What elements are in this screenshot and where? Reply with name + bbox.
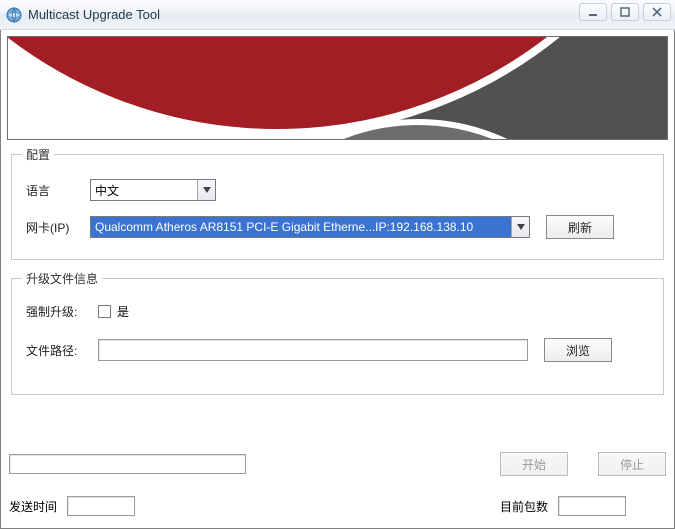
language-label: 语言 [26,182,90,199]
force-upgrade-checkbox-text: 是 [117,303,129,320]
file-path-input[interactable] [98,339,528,361]
packet-count-label: 目前包数 [500,498,548,515]
banner [7,36,668,140]
upgrade-legend: 升级文件信息 [22,270,102,287]
refresh-button[interactable]: 刷新 [546,215,614,239]
force-upgrade-label: 强制升级: [26,303,98,320]
window-title: Multicast Upgrade Tool [28,7,160,22]
send-time-label: 发送时间 [9,498,57,515]
config-groupbox: 配置 语言 中文 网卡(IP) Qualcomm Atheros AR8151 … [11,154,664,260]
app-frame: 配置 语言 中文 网卡(IP) Qualcomm Atheros AR8151 … [0,30,675,529]
app-icon [6,7,22,23]
close-button[interactable] [643,3,671,21]
browse-button[interactable]: 浏览 [544,338,612,362]
language-select[interactable]: 中文 [90,179,216,201]
upgrade-groupbox: 升级文件信息 强制升级: 是 文件路径: 浏览 [11,278,664,395]
file-path-label: 文件路径: [26,342,98,359]
stop-button[interactable]: 停止 [598,452,666,476]
config-legend: 配置 [22,146,54,163]
titlebar: Multicast Upgrade Tool [0,0,675,30]
nic-select-value: Qualcomm Atheros AR8151 PCI-E Gigabit Et… [91,217,511,237]
chevron-down-icon [197,180,215,200]
nic-select[interactable]: Qualcomm Atheros AR8151 PCI-E Gigabit Et… [90,216,530,238]
maximize-button[interactable] [611,3,639,21]
chevron-down-icon [511,217,529,237]
force-upgrade-checkbox[interactable] [98,305,111,318]
send-time-value [67,496,135,516]
start-button[interactable]: 开始 [500,452,568,476]
progress-bar [9,454,246,474]
window-buttons [579,3,671,21]
packet-count-value [558,496,626,516]
minimize-button[interactable] [579,3,607,21]
bottom-area: 开始 停止 发送时间 目前包数 [9,452,666,516]
nic-label: 网卡(IP) [26,219,90,236]
language-select-value: 中文 [91,180,197,200]
